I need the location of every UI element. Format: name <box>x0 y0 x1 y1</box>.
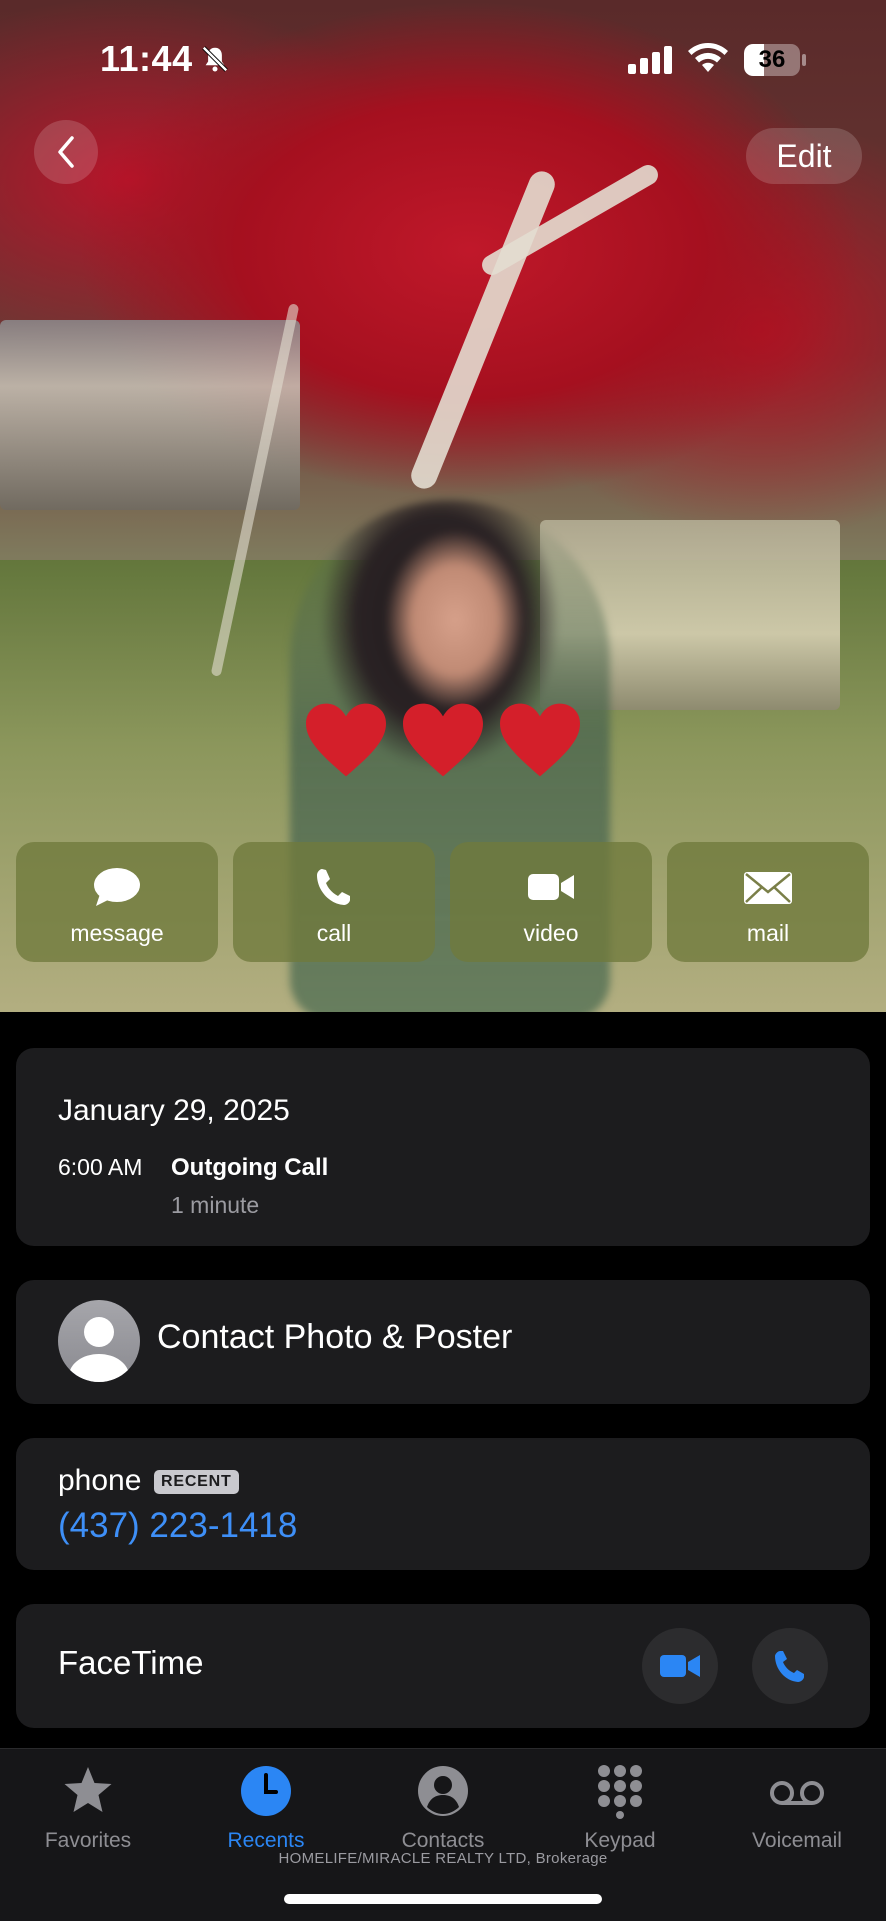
recent-badge: RECENT <box>154 1470 239 1494</box>
call-button[interactable]: call <box>233 842 435 962</box>
call-type: Outgoing Call <box>171 1154 329 1181</box>
message-button[interactable]: message <box>16 842 218 962</box>
heart-icon <box>500 703 580 777</box>
facetime-video-button[interactable] <box>642 1628 718 1704</box>
contact-photo-poster-label: Contact Photo & Poster <box>157 1318 513 1356</box>
home-indicator[interactable] <box>284 1894 602 1904</box>
message-label: message <box>70 920 164 946</box>
contact-photo-poster-row[interactable]: Contact Photo & Poster <box>16 1280 870 1404</box>
tab-favorites[interactable]: Favorites <box>13 1763 163 1853</box>
phone-card: phone RECENT (437) 223-1418 <box>16 1438 870 1570</box>
voicemail-icon <box>770 1781 824 1805</box>
tab-voicemail[interactable]: Voicemail <box>722 1763 872 1853</box>
poster-background <box>407 167 559 493</box>
chevron-left-icon <box>58 136 74 168</box>
mail-button[interactable]: mail <box>667 842 869 962</box>
wifi-icon <box>688 43 728 72</box>
tab-keypad[interactable]: Keypad <box>545 1763 695 1853</box>
heart-icon <box>403 703 483 777</box>
brokerage-watermark: HOMELIFE/MIRACLE REALTY LTD, Brokerage <box>278 1850 608 1867</box>
phone-number-link[interactable]: (437) 223-1418 <box>58 1506 297 1546</box>
video-camera-icon <box>528 874 574 900</box>
call-time: 6:00 AM <box>58 1154 143 1180</box>
poster-background <box>478 161 662 279</box>
heart-icon <box>306 703 386 777</box>
avatar <box>58 1300 140 1382</box>
facetime-card: FaceTime <box>16 1604 870 1728</box>
cellular-signal-icon <box>628 46 672 74</box>
phone-icon <box>775 1651 804 1682</box>
call-date: January 29, 2025 <box>58 1094 290 1127</box>
tab-recents[interactable]: Recents <box>191 1763 341 1853</box>
status-time: 11:44 <box>100 38 193 79</box>
video-camera-icon <box>660 1655 700 1677</box>
person-silhouette-icon <box>69 1317 129 1382</box>
video-button[interactable]: video <box>450 842 652 962</box>
heart-emojis <box>302 700 584 790</box>
back-button[interactable] <box>34 120 98 184</box>
phone-icon <box>317 869 350 905</box>
video-label: video <box>523 920 579 946</box>
facetime-label: FaceTime <box>58 1644 204 1681</box>
battery-indicator: 36 <box>744 44 806 76</box>
envelope-icon <box>744 872 792 904</box>
battery-percent: 36 <box>758 46 786 73</box>
message-bubble-icon <box>94 868 140 906</box>
keypad-icon <box>598 1765 642 1819</box>
call-history-card: January 29, 2025 6:00 AM Outgoing Call 1… <box>16 1048 870 1246</box>
silent-bell-icon <box>202 46 228 72</box>
clock-icon <box>241 1766 291 1816</box>
edit-button[interactable]: Edit <box>746 128 862 184</box>
phone-label: phone <box>58 1464 142 1497</box>
facetime-audio-button[interactable] <box>752 1628 828 1704</box>
star-icon <box>64 1767 112 1812</box>
quick-actions: message call video mail <box>16 842 870 962</box>
tab-contacts[interactable]: Contacts <box>368 1763 518 1853</box>
call-label: call <box>316 920 352 946</box>
call-duration: 1 minute <box>171 1192 260 1218</box>
person-circle-icon <box>418 1766 468 1816</box>
mail-label: mail <box>746 920 790 946</box>
